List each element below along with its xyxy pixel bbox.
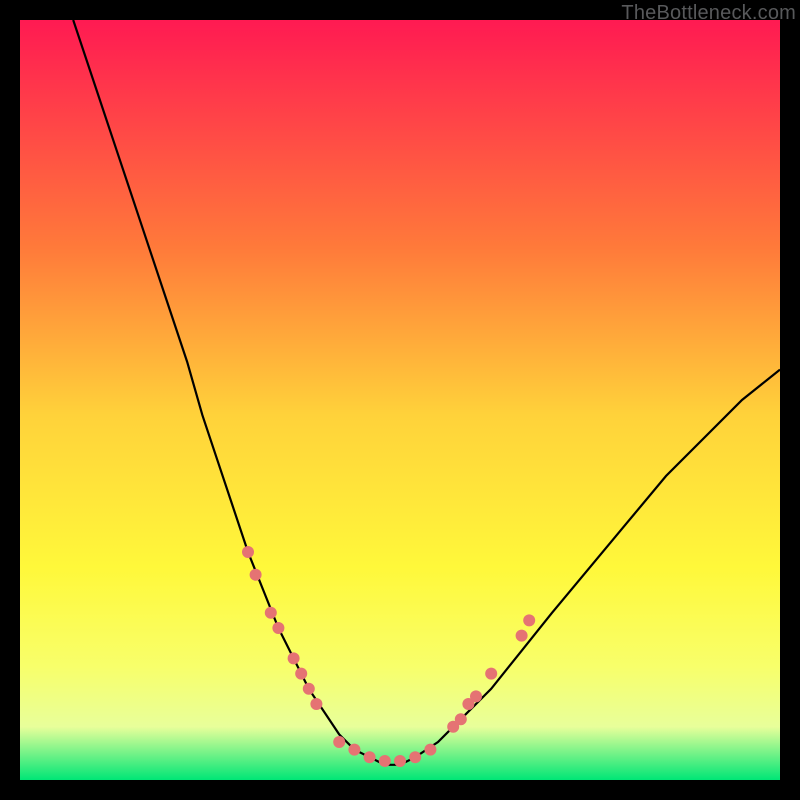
data-marker bbox=[394, 755, 406, 767]
data-marker bbox=[265, 607, 277, 619]
data-marker bbox=[303, 683, 315, 695]
data-marker bbox=[364, 751, 376, 763]
data-marker bbox=[272, 622, 284, 634]
data-marker bbox=[455, 713, 467, 725]
data-marker bbox=[333, 736, 345, 748]
chart-frame bbox=[20, 20, 780, 780]
data-marker bbox=[310, 698, 322, 710]
data-marker bbox=[295, 668, 307, 680]
data-marker bbox=[485, 668, 497, 680]
attribution-text: TheBottleneck.com bbox=[621, 2, 796, 25]
gradient-background bbox=[20, 20, 780, 780]
data-marker bbox=[242, 546, 254, 558]
data-marker bbox=[523, 614, 535, 626]
data-marker bbox=[424, 744, 436, 756]
data-marker bbox=[379, 755, 391, 767]
data-marker bbox=[250, 569, 262, 581]
bottleneck-chart bbox=[20, 20, 780, 780]
data-marker bbox=[470, 690, 482, 702]
data-marker bbox=[348, 744, 360, 756]
data-marker bbox=[516, 630, 528, 642]
data-marker bbox=[288, 652, 300, 664]
data-marker bbox=[409, 751, 421, 763]
